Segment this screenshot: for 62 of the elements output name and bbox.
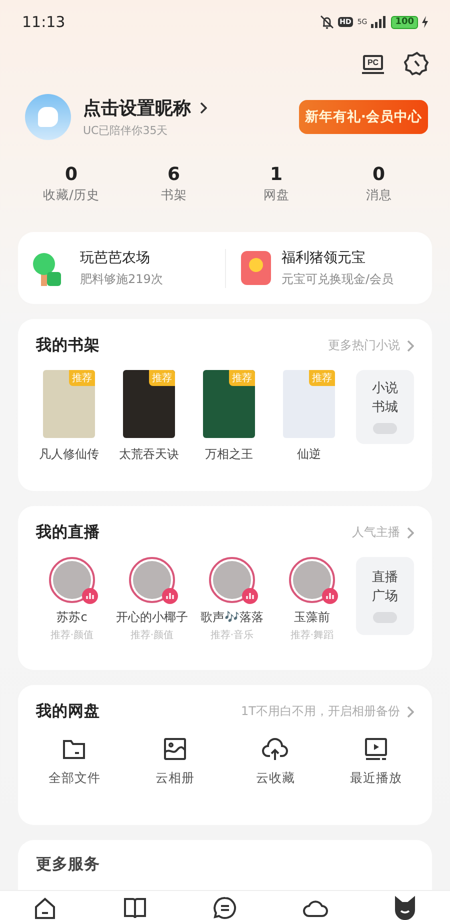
book-title[interactable]: 仙逆 (297, 446, 321, 463)
chat-icon[interactable] (212, 895, 238, 920)
promo-subtitle: 肥料够施219次 (80, 270, 163, 288)
battery-indicator: 100 (391, 16, 418, 28)
chevron-icon (199, 102, 207, 114)
envelope-icon (240, 250, 272, 286)
streamer-name[interactable]: 歌声🎶落落 (200, 609, 264, 626)
recommend-badge: 推荐 (309, 370, 335, 386)
stat-item[interactable]: 6 书架 (122, 164, 225, 222)
streamer-avatar[interactable] (209, 557, 255, 603)
section-title: 我的书架 (36, 335, 100, 356)
book-title[interactable]: 太荒吞天诀 (119, 446, 179, 463)
nickname-link[interactable]: 点击设置昵称 (83, 96, 191, 120)
book-title[interactable]: 凡人修仙传 (39, 446, 99, 463)
streamer-name[interactable]: 玉藻前 (294, 609, 330, 626)
book-title[interactable]: 万相之王 (205, 446, 253, 463)
recommend-badge: 推荐 (149, 370, 175, 386)
promo-title[interactable]: 玩芭芭农场 (80, 248, 163, 266)
recommend-badge: 推荐 (229, 370, 255, 386)
live-icon (322, 588, 338, 604)
streamer-avatar[interactable] (129, 557, 175, 603)
chevron-icon (406, 706, 414, 718)
disk-shortcut[interactable]: 云相册 (124, 736, 225, 787)
streamer-tags: 推荐·颜值 (130, 628, 174, 642)
section-title: 我的直播 (36, 522, 100, 543)
bell-muted-icon (320, 15, 334, 29)
stat-item[interactable]: 0 收藏/历史 (20, 164, 122, 222)
image-icon (162, 736, 188, 762)
live-icon (162, 588, 178, 604)
streamer-avatar[interactable] (289, 557, 335, 603)
streamer-name[interactable]: 开心的小椰子 (116, 609, 188, 626)
streamer-tags: 推荐·音乐 (210, 628, 254, 642)
streamer-tags: 推荐·颜值 (50, 628, 94, 642)
disk-shortcut[interactable]: 云收藏 (225, 736, 326, 787)
status-time: 11:13 (22, 13, 66, 31)
live-icon (82, 588, 98, 604)
signal-icon (371, 16, 388, 28)
section-title: 我的网盘 (36, 701, 100, 722)
novel-store-button[interactable]: 小说书城 (356, 370, 414, 444)
disk-shortcut[interactable]: 最近播放 (326, 736, 426, 787)
days-label: UC已陪伴你35天 (83, 123, 169, 138)
cloud-icon (262, 736, 288, 762)
charging-icon (422, 16, 428, 28)
cat-icon[interactable] (392, 895, 418, 920)
stat-item[interactable]: 0 消息 (328, 164, 430, 222)
promo-subtitle: 元宝可兑换现金/会员 (282, 270, 394, 288)
streamer-name[interactable]: 苏苏c (56, 609, 88, 626)
book-icon[interactable] (122, 895, 148, 920)
video-icon (362, 736, 389, 762)
streamer-avatar[interactable] (49, 557, 95, 603)
promo-title[interactable]: 福利猪领元宝 (282, 248, 394, 266)
live-icon (242, 588, 258, 604)
settings-icon[interactable] (404, 51, 430, 77)
disk-shortcut[interactable]: 全部文件 (24, 736, 124, 787)
chevron-icon (406, 526, 414, 538)
home-icon[interactable] (32, 895, 58, 920)
streamer-tags: 推荐·舞蹈 (290, 628, 334, 642)
live-plaza-button[interactable]: 直播广场 (356, 557, 414, 635)
chevron-icon (406, 340, 414, 352)
section-title: 更多服务 (36, 855, 100, 873)
recommend-badge: 推荐 (69, 370, 95, 386)
stat-item[interactable]: 1 网盘 (225, 164, 328, 222)
